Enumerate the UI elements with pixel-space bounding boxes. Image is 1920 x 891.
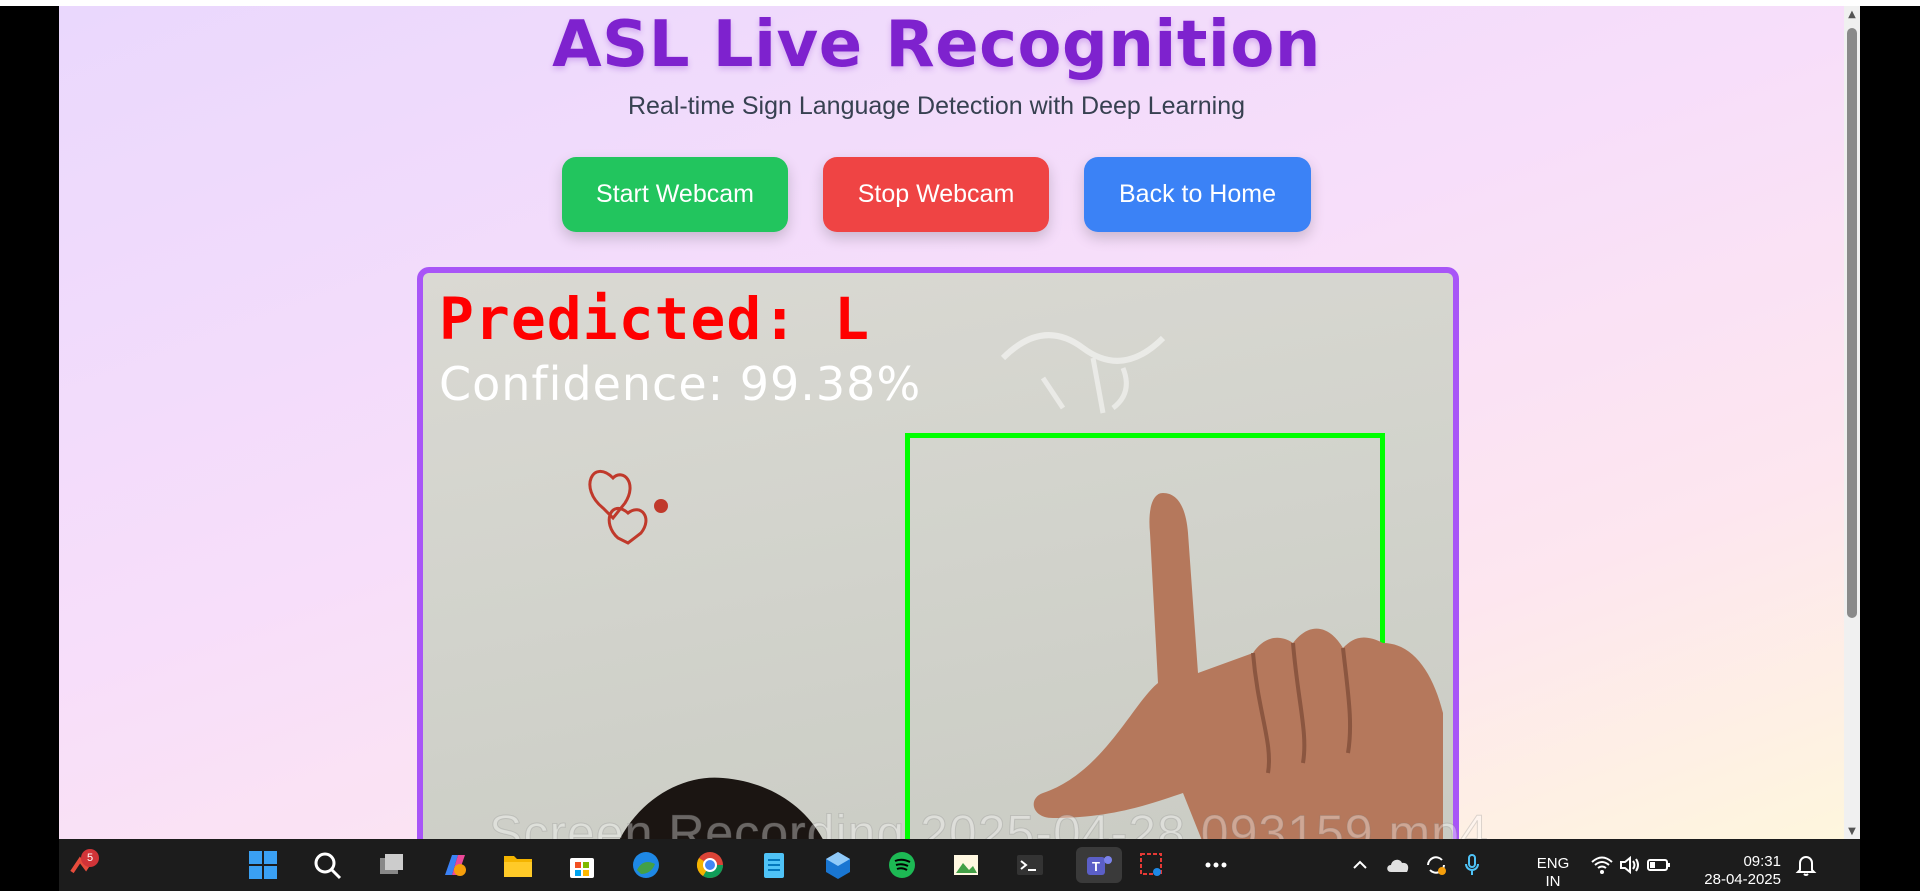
svg-text:T: T [1092,859,1100,874]
clock-date: 28-04-2025 [1704,871,1781,888]
edge-icon[interactable] [628,847,664,883]
search-icon[interactable] [309,847,345,883]
microphone-icon[interactable] [1459,847,1485,883]
page-subtitle: Real-time Sign Language Detection with D… [627,92,1246,120]
show-hidden-icons-icon[interactable] [1348,847,1372,883]
page-title: ASL Live Recognition [552,8,1321,82]
recording-watermark: Screen Recording 2025-04-28 093159.mp4 [489,805,1489,840]
back-to-home-button[interactable]: Back to Home [1084,157,1311,232]
page-scrollbar[interactable]: ▲ ▼ [1844,6,1860,839]
teams-icon[interactable]: T [1076,847,1122,883]
snipping-tool-icon[interactable] [1134,847,1170,883]
language-indicator[interactable]: ENG IN [1532,855,1574,891]
webcam-video-feed: Predicted: L Confidence: 99.38% [417,267,1459,839]
stop-webcam-button[interactable]: Stop Webcam [823,157,1049,232]
task-view-icon[interactable] [373,847,409,883]
file-explorer-icon[interactable] [500,847,536,883]
virtualbox-icon[interactable] [820,847,856,883]
hand-sign-image [1033,493,1443,839]
chrome-icon[interactable] [692,847,728,883]
volume-icon[interactable] [1617,847,1643,883]
notepad-icon[interactable] [756,847,792,883]
image-viewer-icon[interactable] [948,847,984,883]
spotify-icon[interactable] [884,847,920,883]
wall-chalk-marks [1000,332,1166,414]
onedrive-icon[interactable] [1384,847,1412,883]
language-region: IN [1545,873,1561,890]
clock[interactable]: 09:31 28-04-2025 [1699,853,1781,889]
sync-icon[interactable] [1422,847,1450,883]
wall-hearts-drawing [588,470,668,545]
confidence-label: Confidence: 99.38% [439,357,922,411]
scroll-down-icon[interactable]: ▼ [1844,823,1860,839]
windows-start-icon[interactable] [245,847,281,883]
windows-taskbar: 5 T ENG IN 09:31 28-04-2025 [59,839,1860,891]
scroll-up-icon[interactable]: ▲ [1844,6,1860,22]
notification-bell-icon[interactable] [1792,847,1820,883]
wifi-icon[interactable] [1589,847,1615,883]
battery-icon[interactable] [1645,847,1673,883]
terminal-icon[interactable] [1012,847,1048,883]
more-apps-icon[interactable] [1198,847,1234,883]
language-code: ENG [1536,855,1570,872]
page-viewport: ASL Live Recognition Real-time Sign Lang… [59,6,1844,839]
copilot-icon[interactable] [437,847,473,883]
prediction-label: Predicted: L [439,285,871,353]
notification-badge: 5 [81,849,99,867]
start-webcam-button[interactable]: Start Webcam [562,157,788,232]
clock-time: 09:31 [1743,853,1781,870]
scrollbar-thumb[interactable] [1847,28,1857,618]
microsoft-store-icon[interactable] [564,847,600,883]
